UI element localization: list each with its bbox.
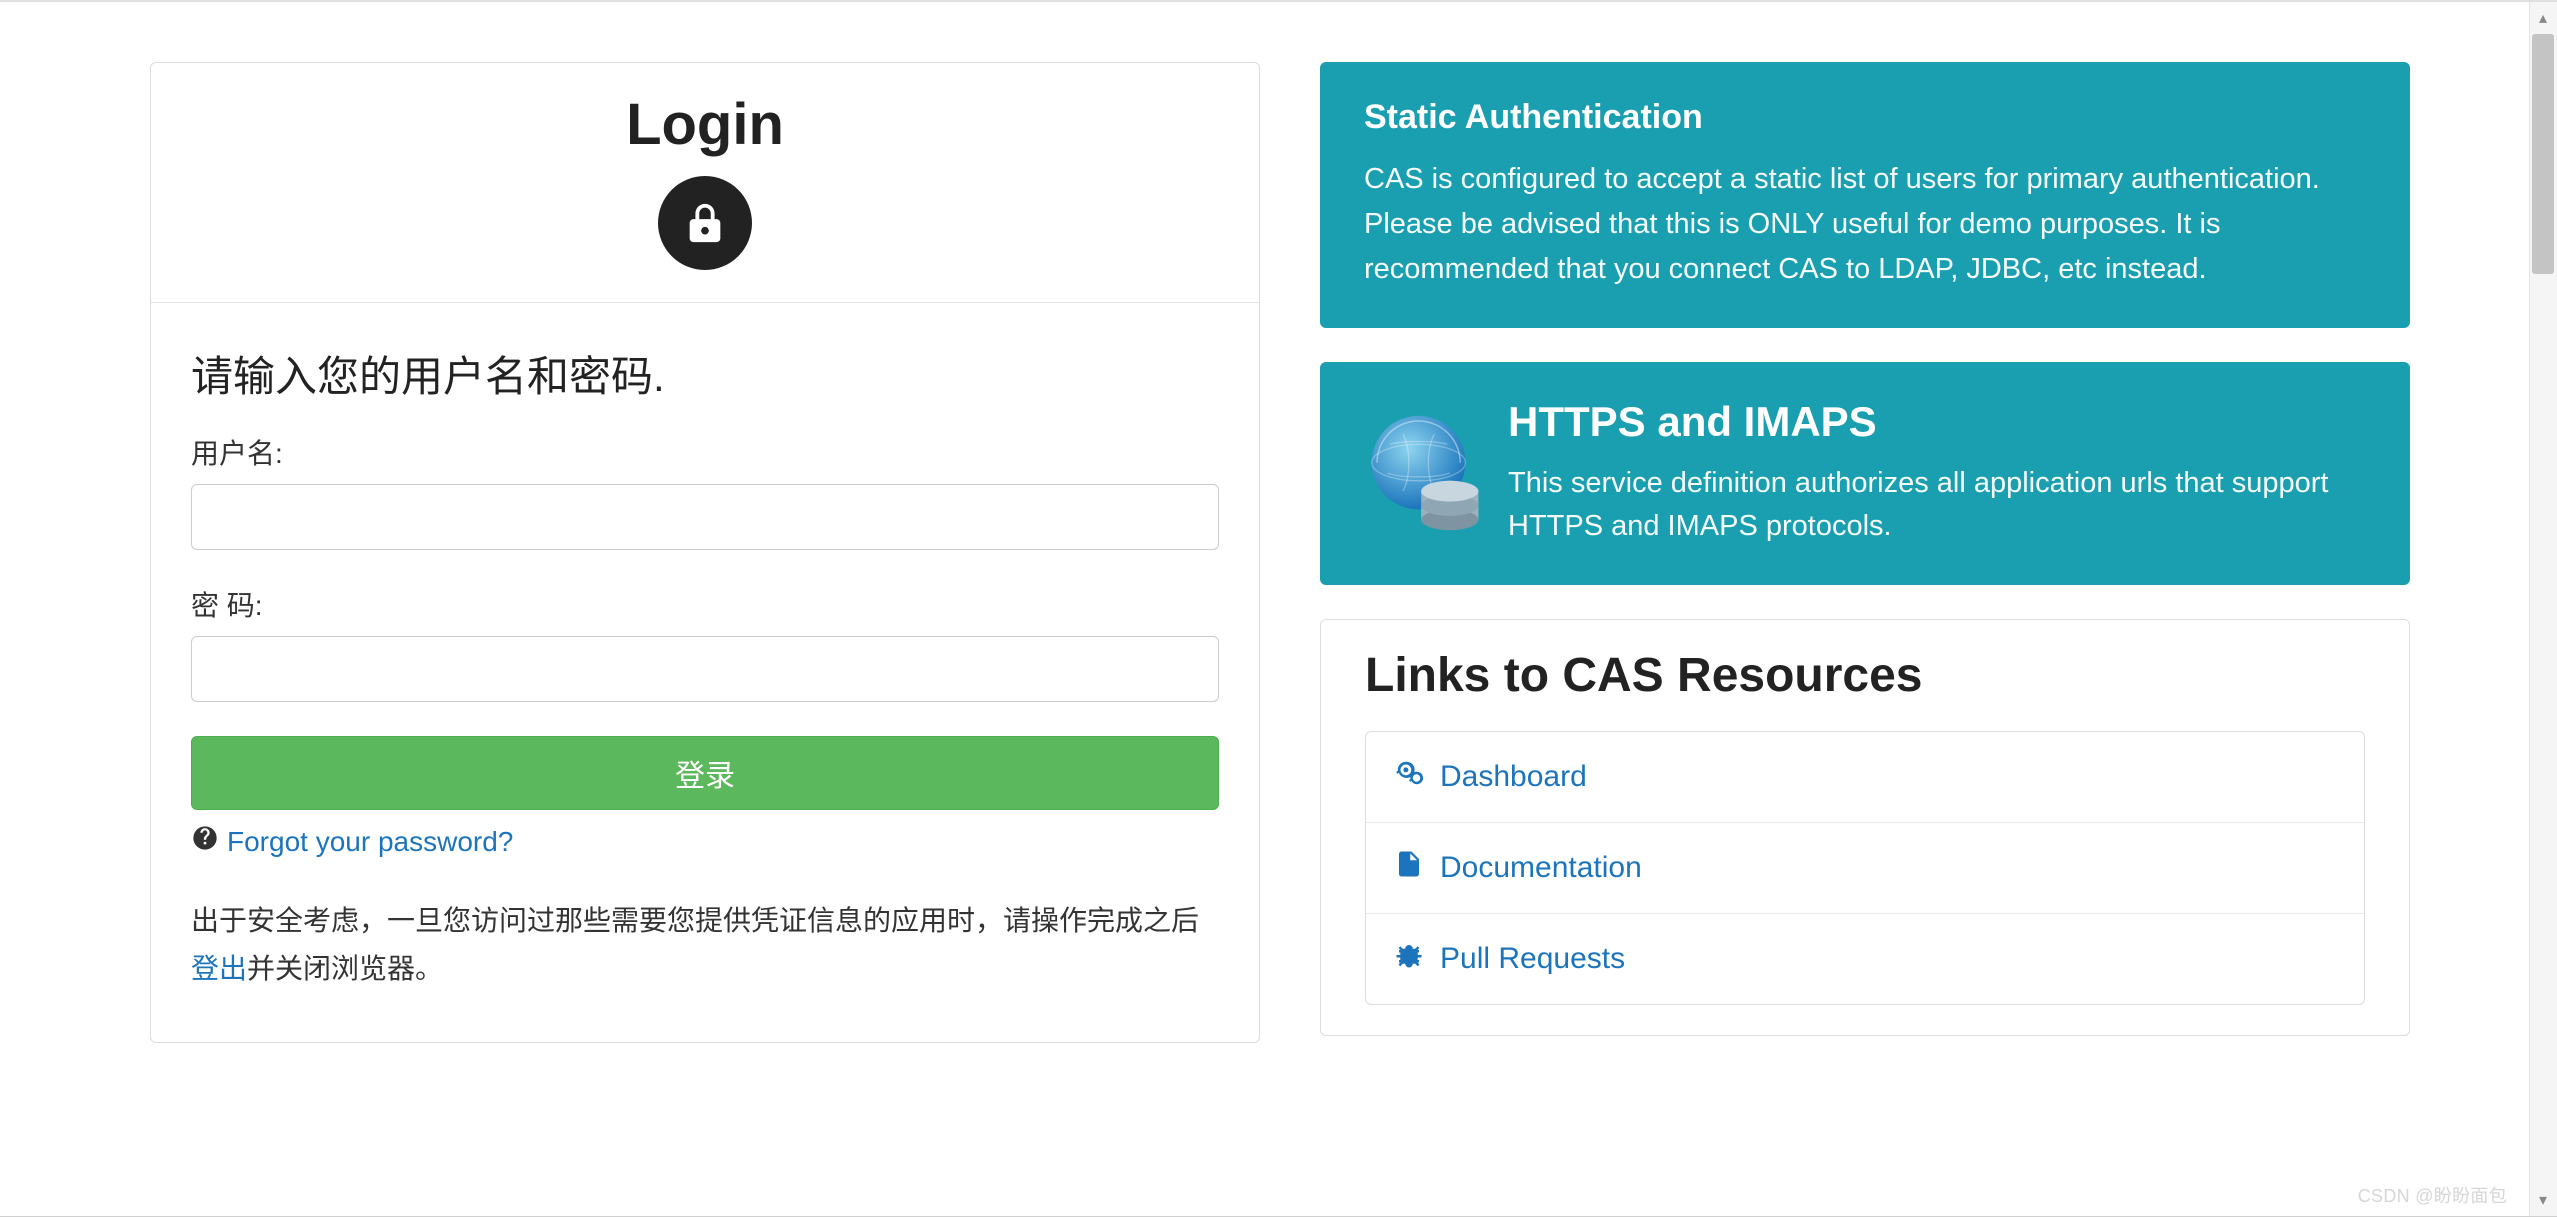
- resource-label: Documentation: [1440, 851, 1642, 885]
- static-auth-title: Static Authentication: [1364, 98, 2366, 137]
- login-title: Login: [151, 91, 1259, 158]
- static-auth-alert: Static Authentication CAS is configured …: [1320, 62, 2410, 328]
- globe-database-icon: [1364, 408, 1494, 538]
- submit-button[interactable]: 登录: [191, 736, 1219, 810]
- resource-link-dashboard[interactable]: Dashboard: [1366, 732, 2364, 823]
- resource-link-documentation[interactable]: Documentation: [1366, 823, 2364, 914]
- resource-label: Pull Requests: [1440, 942, 1625, 976]
- https-imaps-body: This service definition authorizes all a…: [1508, 462, 2366, 549]
- watermark: CSDN @盼盼面包: [2358, 1182, 2507, 1208]
- cogs-icon: [1394, 758, 1424, 796]
- scroll-thumb[interactable]: [2532, 34, 2554, 274]
- username-label: 用户名:: [191, 432, 1219, 472]
- scroll-down-arrow-icon[interactable]: ▾: [2529, 1186, 2557, 1214]
- https-imaps-title: HTTPS and IMAPS: [1508, 398, 2366, 446]
- vertical-scrollbar[interactable]: ▴ ▾: [2529, 2, 2557, 1216]
- static-auth-body: CAS is configured to accept a static lis…: [1364, 157, 2366, 292]
- scroll-up-arrow-icon[interactable]: ▴: [2529, 4, 2557, 32]
- bug-icon: [1394, 940, 1424, 978]
- password-label: 密 码:: [191, 584, 1219, 624]
- resource-link-pull-requests[interactable]: Pull Requests: [1366, 914, 2364, 1004]
- login-header: Login: [151, 63, 1259, 303]
- https-imaps-alert: HTTPS and IMAPS This service definition …: [1320, 362, 2410, 585]
- login-prompt: 请输入您的用户名和密码.: [191, 343, 1219, 404]
- lock-icon: [658, 176, 752, 270]
- question-circle-icon: [191, 824, 219, 859]
- username-input[interactable]: [191, 484, 1219, 550]
- forgot-password-link[interactable]: Forgot your password?: [227, 826, 513, 858]
- resources-panel: Links to CAS Resources Dashboard Documen…: [1320, 619, 2410, 1036]
- login-panel: Login 请输入您的用户名和密码. 用户名: 密 码: 登录: [150, 62, 1260, 1043]
- resource-label: Dashboard: [1440, 760, 1587, 794]
- security-note: 出于安全考虑，一旦您访问过那些需要您提供凭证信息的应用时，请操作完成之后登出并关…: [191, 897, 1219, 992]
- password-input[interactable]: [191, 636, 1219, 702]
- file-icon: [1394, 849, 1424, 887]
- resources-title: Links to CAS Resources: [1321, 620, 2409, 731]
- logout-link[interactable]: 登出: [191, 953, 247, 984]
